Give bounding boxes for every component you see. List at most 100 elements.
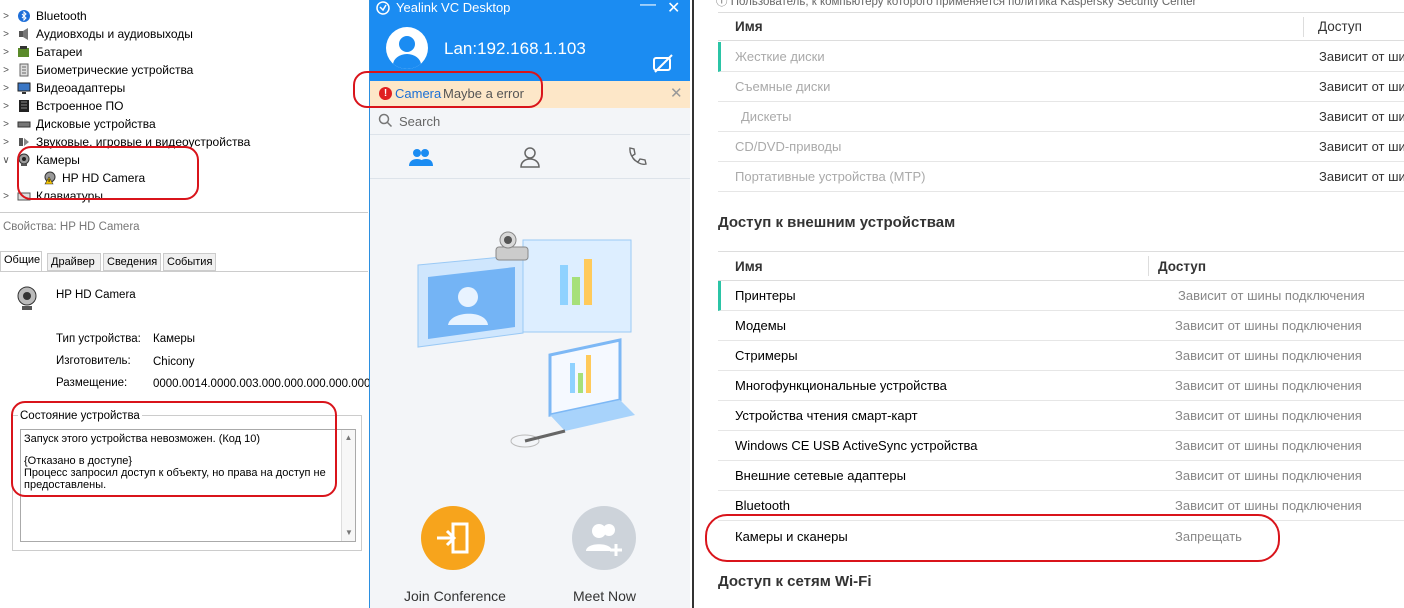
info-icon: ⓘ [716, 0, 728, 8]
tree-item-label: Батареи [36, 45, 83, 59]
column-divider [1303, 17, 1304, 37]
chevron-right-icon[interactable]: > [0, 65, 12, 76]
table-row[interactable]: Съемные диски Зависит от ши [718, 72, 1404, 102]
row-name: Устройства чтения смарт-карт [735, 408, 918, 423]
row-name: Дискеты [741, 109, 792, 124]
search-input[interactable]: Search [399, 114, 440, 129]
display-adapter-icon [16, 81, 32, 95]
row-name: Съемные диски [735, 79, 831, 94]
row-access: Зависит от шины подключения [1175, 378, 1362, 393]
tab-details[interactable]: Сведения [103, 253, 161, 271]
phone-icon[interactable] [626, 146, 648, 171]
tree-item-firmware[interactable]: > Встроенное ПО [0, 97, 123, 115]
top-note-text: Пользователь, к компьютеру которого прим… [730, 0, 1197, 8]
biometric-icon [16, 63, 32, 77]
row-access: Зависит от шины подключения [1175, 468, 1362, 483]
row-access: Зависит от ши [1319, 79, 1404, 94]
tree-item-label: Биометрические устройства [36, 63, 194, 77]
scrollbar[interactable]: ▲ ▼ [341, 430, 355, 541]
row-access: Зависит от шины подключения [1175, 408, 1362, 423]
row-name: Многофункциональные устройства [735, 378, 947, 393]
join-conference-button[interactable] [421, 506, 485, 570]
row-name: Стримеры [735, 348, 798, 363]
column-divider [1148, 256, 1149, 276]
bluetooth-icon [16, 9, 32, 23]
chevron-right-icon[interactable]: > [0, 101, 12, 112]
chevron-right-icon[interactable]: > [0, 137, 12, 148]
row-access: Зависит от шины подключения [1175, 498, 1362, 513]
chevron-right-icon[interactable]: > [0, 11, 12, 22]
table-row[interactable]: Жесткие диски Зависит от ши [718, 42, 1404, 72]
yealink-window: Yealink VC Desktop — ✕ Lan:192.168.1.103… [353, 0, 690, 608]
tree-item-batteries[interactable]: > Батареи [0, 43, 82, 61]
row-name: Bluetooth [735, 498, 790, 513]
search-icon [378, 113, 393, 131]
dialog-title: Свойства: HP HD Camera [3, 221, 140, 233]
chevron-right-icon[interactable]: > [0, 83, 12, 94]
join-conference-label: Join Conference [404, 588, 506, 604]
camera-off-icon[interactable] [652, 52, 674, 77]
row-access: Зависит от ши [1319, 109, 1404, 124]
col-access: Доступ [1318, 19, 1362, 34]
col-access: Доступ [1158, 258, 1206, 274]
search-bar[interactable]: Search [370, 108, 690, 135]
tree-item-biometric[interactable]: > Биометрические устройства [0, 61, 193, 79]
table-row[interactable]: Внешние сетевые адаптеры Зависит от шины … [718, 461, 1404, 491]
tree-item-label: Дисковые устройства [36, 117, 156, 131]
tree-item-label: Аудиовходы и аудиовыходы [36, 27, 193, 41]
highlight-annotation [17, 146, 199, 200]
tab-general[interactable]: Общие [0, 251, 42, 272]
row-name: Жесткие диски [735, 49, 825, 64]
chevron-right-icon[interactable]: > [0, 29, 12, 40]
chevron-down-icon[interactable]: ∨ [0, 155, 12, 166]
maker-value: Chicony [153, 356, 195, 368]
meet-now-button[interactable] [572, 506, 636, 570]
col-name: Имя [735, 19, 763, 34]
row-name: CD/DVD-приводы [735, 139, 842, 154]
row-name: Модемы [735, 318, 787, 333]
location-value: 0000.0014.0000.003.000.000.000.000.000 [153, 378, 371, 390]
table-row[interactable]: Windows CE USB ActiveSync устройства Зави… [718, 431, 1404, 461]
close-button[interactable]: ✕ [667, 0, 680, 18]
yealink-tabs [370, 135, 690, 179]
tab-divider [0, 271, 368, 272]
tab-driver[interactable]: Драйвер [47, 253, 101, 271]
battery-icon [16, 45, 32, 59]
table-row[interactable]: CD/DVD-приводы Зависит от ши [718, 132, 1404, 162]
table-row[interactable]: Устройства чтения смарт-карт Зависит от ш… [718, 401, 1404, 431]
device-camera-icon [16, 285, 38, 316]
table-row[interactable]: Принтеры Зависит от шины подключения [718, 281, 1404, 311]
maker-label: Изготовитель: [56, 355, 131, 367]
tree-item-disk[interactable]: > Дисковые устройства [0, 115, 156, 133]
tree-item-label: Bluetooth [36, 9, 87, 23]
table-row[interactable]: Многофункциональные устройства Зависит от… [718, 371, 1404, 401]
tree-item-video-adapters[interactable]: > Видеоадаптеры [0, 79, 125, 97]
chevron-right-icon[interactable]: > [0, 119, 12, 130]
scroll-up-icon[interactable]: ▲ [342, 432, 355, 444]
section-title-wifi: Доступ к сетям Wi-Fi [718, 573, 872, 590]
minimize-button[interactable]: — [640, 0, 656, 14]
row-access: Зависит от шины подключения [1175, 438, 1362, 453]
tree-item-bluetooth[interactable]: > Bluetooth [0, 7, 87, 25]
contacts-group-icon[interactable] [408, 146, 434, 171]
tree-item-audio[interactable]: > Аудиовходы и аудиовыходы [0, 25, 193, 43]
avatar[interactable] [386, 27, 428, 69]
close-icon[interactable]: ✕ [670, 84, 683, 102]
highlight-annotation [11, 401, 337, 497]
chevron-right-icon[interactable]: > [0, 47, 12, 58]
app-title: Yealink VC Desktop [396, 0, 511, 15]
contact-icon[interactable] [519, 146, 541, 171]
table-row[interactable]: Стримеры Зависит от шины подключения [718, 341, 1404, 371]
row-access: Зависит от шины подключения [1178, 288, 1365, 303]
device-manager-tree: > Bluetooth > Аудиовходы и аудиовыходы >… [0, 0, 368, 212]
table-row[interactable]: Дискеты Зависит от ши [718, 102, 1404, 132]
scroll-down-icon[interactable]: ▼ [342, 527, 356, 539]
row-access: Зависит от шины подключения [1175, 318, 1362, 333]
table-row[interactable]: Модемы Зависит от шины подключения [718, 311, 1404, 341]
firmware-icon [16, 99, 32, 113]
tab-events[interactable]: События [163, 253, 216, 271]
top-note: ⓘ Пользователь, к компьютеру которого пр… [716, 0, 1196, 9]
disk-icon [16, 117, 32, 131]
chevron-right-icon[interactable]: > [0, 191, 12, 202]
table-row[interactable]: Портативные устройства (MTP) Зависит от … [718, 162, 1404, 192]
